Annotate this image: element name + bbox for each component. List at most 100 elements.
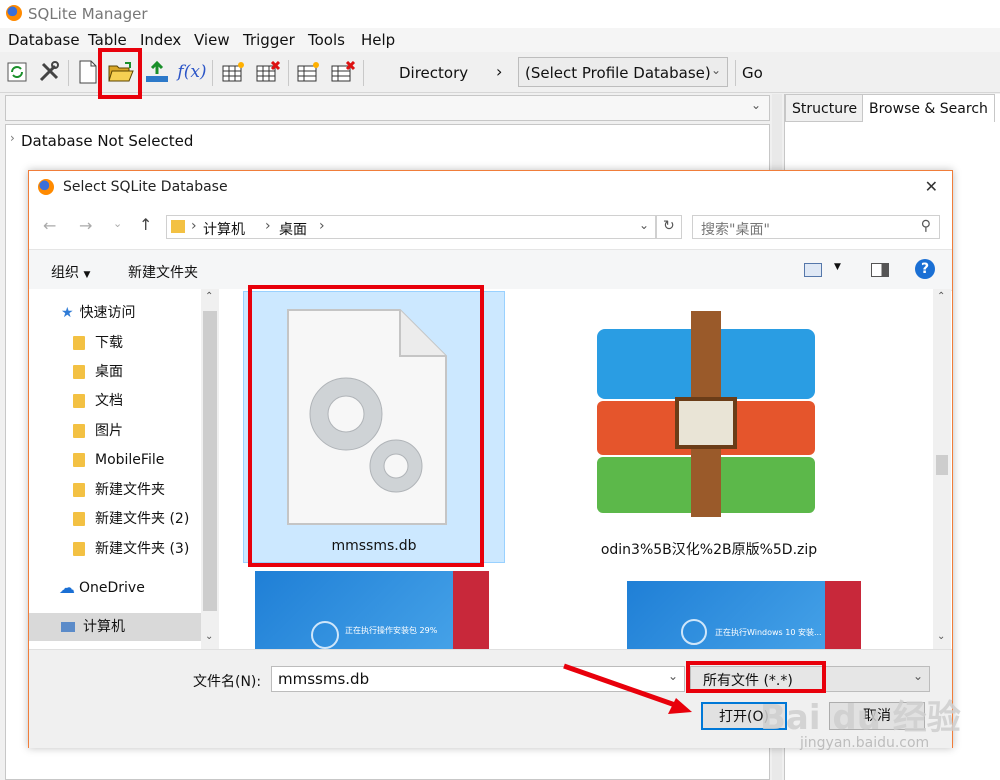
menu-database[interactable]: Database [8,31,80,49]
tools-icon[interactable] [35,58,63,86]
create-table-icon[interactable] [219,58,247,86]
scroll-down-icon[interactable]: ⌄ [937,631,945,642]
help-icon[interactable]: ? [915,259,935,279]
tree-root-label[interactable]: Database Not Selected [21,132,193,150]
breadcrumb-separator: › [319,218,325,234]
menu-index[interactable]: Index [140,31,181,49]
file-item-screenshot-1[interactable]: 正在执行操作安装包 29% [255,571,489,649]
file-item-odin-zip[interactable]: odin3%5B汉化%2B原版%5D.zip [559,291,819,561]
thumbnail-flower-image [453,571,489,649]
menu-table[interactable]: Table [88,31,127,49]
object-filter-combo[interactable]: ⌄ [5,95,770,121]
dialog-title: Select SQLite Database [63,179,228,195]
scroll-thumb[interactable] [936,455,948,475]
firefox-logo-icon [6,5,22,21]
go-button[interactable]: Go [742,64,763,82]
filename-label: 文件名(N): [193,674,262,690]
nav-label: 文档 [95,393,123,409]
folder-icon [73,542,85,556]
close-icon[interactable]: ✕ [925,177,938,196]
file-item-screenshot-2[interactable]: 正在执行Windows 10 安装... [627,581,861,649]
tab-structure[interactable]: Structure [785,94,865,122]
menu-trigger[interactable]: Trigger [243,31,295,49]
create-index-icon[interactable] [294,58,322,86]
menu-help[interactable]: Help [361,31,395,49]
file-gear-icon [287,309,447,525]
menu-tools[interactable]: Tools [308,31,345,49]
nav-onedrive[interactable]: ☁ OneDrive [29,574,229,602]
folder-icon [73,512,85,526]
nav-label: 新建文件夹 (2) [95,511,190,527]
breadcrumb-desktop[interactable]: 桌面 [279,219,307,239]
profile-select-value: (Select Profile Database) [525,64,711,82]
nav-label: 新建文件夹 (3) [95,541,190,557]
tab-browse-search[interactable]: Browse & Search [862,94,995,122]
chevron-down-icon[interactable]: ⌄ [639,218,649,232]
nav-label: 计算机 [83,619,125,635]
tree-expand-icon[interactable]: › [10,131,15,145]
scroll-up-icon[interactable]: ⌃ [937,291,945,302]
organize-label: 组织 [51,265,79,281]
new-folder-button[interactable]: 新建文件夹 [128,262,198,282]
nav-label: 快速访问 [79,305,136,321]
refresh-button[interactable]: ↻ [656,215,682,239]
file-name: odin3%5B汉化%2B原版%5D.zip [600,542,818,558]
folder-icon [73,365,85,379]
search-icon: ⚲ [920,218,931,234]
command-bar: 组织 ▼ 新建文件夹 ▼ ? [29,249,952,291]
filename-value: mmssms.db [278,670,370,688]
thumbnail-text: 正在执行Windows 10 安装... [715,628,822,637]
thumbnail-text: 正在执行操作安装包 29% [345,626,438,635]
nav-computer[interactable]: 计算机 [29,613,201,641]
file-item-mmssms[interactable]: mmssms.db [243,291,505,563]
caret-down-icon: ▼ [83,270,91,280]
menu-bar: Database Table Index View Trigger Tools … [0,28,1000,52]
address-row: ← → ⌄ ↑ › 计算机 › 桌面 › ⌄ ↻ 搜索"桌面" ⚲ [29,207,952,247]
function-icon[interactable]: f(x) [176,58,208,86]
breadcrumb-computer[interactable]: 计算机 [203,219,245,239]
file-name: mmssms.db [331,538,417,554]
file-type-value: 所有文件 (*.*) [703,673,793,689]
nav-label: 桌面 [95,364,123,380]
folder-icon [73,453,85,467]
address-bar[interactable]: › 计算机 › 桌面 › ⌄ [166,215,656,239]
folder-icon [171,220,185,233]
export-icon[interactable] [143,58,171,86]
open-database-icon[interactable] [107,58,135,86]
organize-menu[interactable]: 组织 ▼ [51,262,90,282]
menu-view[interactable]: View [194,31,230,49]
toolbar-separator [363,60,364,86]
file-type-select[interactable]: 所有文件 (*.*) ⌄ [690,666,930,692]
search-placeholder: 搜索"桌面" [701,222,770,238]
up-icon[interactable]: ↑ [139,215,152,234]
computer-icon [61,622,75,632]
preview-pane-icon[interactable] [871,263,889,277]
folder-icon [73,394,85,408]
cloud-icon: ☁ [59,578,75,597]
view-mode-icon[interactable] [804,263,822,277]
drop-index-icon[interactable] [329,58,357,86]
toolbar-separator [288,60,289,86]
back-icon[interactable]: ← [43,216,56,235]
navigation-pane: ★快速访问 下载📌 桌面📌 文档📌 图片📌 MobileFile 新建文件夹 新… [29,289,241,649]
scroll-down-icon[interactable]: ⌄ [205,631,213,642]
reconnect-icon[interactable] [3,58,31,86]
scroll-up-icon[interactable]: ⌃ [205,291,213,302]
breadcrumb-separator: › [265,218,271,234]
nav-scrollbar[interactable]: ⌃ ⌄ [201,289,219,649]
chevron-down-icon: ⌄ [912,669,923,683]
profile-database-select[interactable]: (Select Profile Database) ⌄ [518,57,728,87]
folder-icon [73,424,85,438]
scroll-thumb[interactable] [203,311,217,611]
directory-chevron-icon[interactable]: › [496,62,502,81]
toolbar-separator [735,60,736,86]
recent-locations-icon[interactable]: ⌄ [113,217,122,230]
annotation-arrow-icon [563,663,692,714]
file-list-scrollbar[interactable]: ⌃ ⌄ [933,289,951,649]
caret-down-icon[interactable]: ▼ [834,262,841,272]
drop-table-icon[interactable] [254,58,282,86]
new-database-icon[interactable] [74,58,102,86]
forward-icon[interactable]: → [79,216,92,235]
zip-archive-icon [597,311,815,517]
search-input[interactable]: 搜索"桌面" ⚲ [692,215,940,239]
